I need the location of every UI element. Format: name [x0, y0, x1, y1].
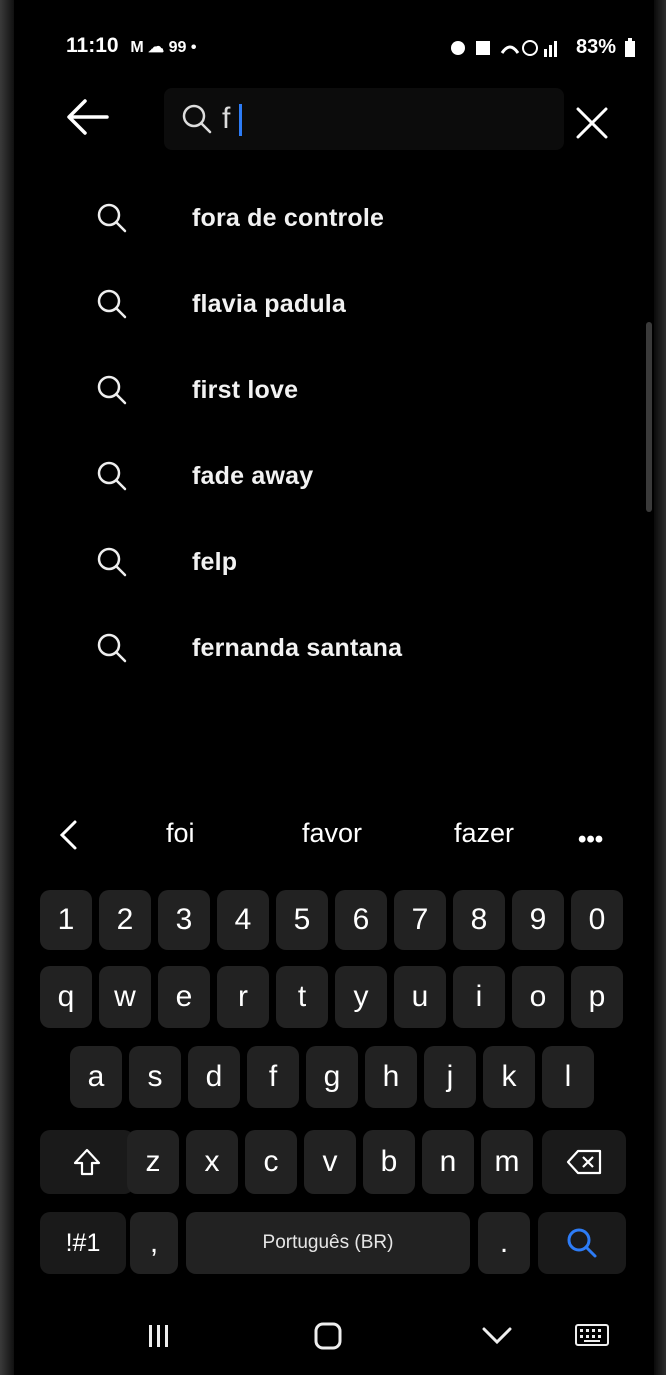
key-v[interactable]: v [304, 1130, 356, 1194]
comma-key[interactable]: , [130, 1212, 178, 1274]
search-icon [90, 540, 134, 584]
back-button[interactable] [60, 86, 114, 148]
phone-screen: 11:10 M ☁ 99 • 83% f fora de controle fl… [0, 0, 666, 1375]
key-9[interactable]: 9 [512, 890, 564, 950]
suggestion-text: fora de controle [192, 203, 385, 232]
key-0[interactable]: 0 [571, 890, 623, 950]
key-5[interactable]: 5 [276, 890, 328, 950]
backspace-icon [566, 1149, 602, 1175]
scrollbar[interactable] [646, 322, 652, 512]
key-6[interactable]: 6 [335, 890, 387, 950]
suggestion-item[interactable]: fade away [90, 448, 313, 504]
key-n[interactable]: n [422, 1130, 474, 1194]
suggestion-item[interactable]: flavia padula [90, 276, 346, 332]
keyboard-toggle-button[interactable] [568, 1306, 616, 1366]
period-key[interactable]: . [478, 1212, 530, 1274]
search-icon [90, 368, 134, 412]
status-bar-left: 11:10 M ☁ 99 • [66, 34, 196, 58]
key-u[interactable]: u [394, 966, 446, 1028]
key-w[interactable]: w [99, 966, 151, 1028]
suggestion-text: flavia padula [192, 289, 347, 318]
key-s[interactable]: s [129, 1046, 181, 1108]
key-d[interactable]: d [188, 1046, 240, 1108]
key-b[interactable]: b [363, 1130, 415, 1194]
key-1[interactable]: 1 [40, 890, 92, 950]
key-k[interactable]: k [483, 1046, 535, 1108]
word-suggestion[interactable]: favor [302, 818, 362, 849]
suggestion-item[interactable]: first love [90, 362, 298, 418]
text-caret [239, 104, 242, 136]
key-m[interactable]: m [481, 1130, 533, 1194]
suggestion-item[interactable]: fernanda santana [90, 620, 402, 676]
word-suggestion[interactable]: foi [166, 818, 195, 849]
more-options-button[interactable]: ••• [578, 826, 603, 854]
suggestion-text: fernanda santana [192, 633, 403, 662]
device-frame-left [0, 0, 14, 1375]
recents-button[interactable] [136, 1306, 182, 1366]
collapse-toolbar-button[interactable] [48, 810, 88, 860]
key-e[interactable]: e [158, 966, 210, 1028]
key-x[interactable]: x [186, 1130, 238, 1194]
search-icon [90, 282, 134, 326]
nav-back-button[interactable] [468, 1306, 526, 1366]
battery-icon [625, 37, 635, 57]
search-key[interactable] [538, 1212, 626, 1274]
suggestion-text: felp [192, 547, 238, 576]
key-t[interactable]: t [276, 966, 328, 1028]
key-q[interactable]: q [40, 966, 92, 1028]
device-frame-right [654, 0, 666, 1375]
status-bar-right: 83% [448, 36, 636, 59]
keyboard-suggestion-strip: foi favor fazer ••• [30, 800, 636, 870]
word-suggestion[interactable]: fazer [454, 818, 514, 849]
key-j[interactable]: j [424, 1046, 476, 1108]
status-time: 11:10 [66, 34, 119, 57]
back-arrow-icon [67, 99, 109, 135]
suggestion-text: fade away [192, 461, 314, 490]
home-button[interactable] [305, 1306, 351, 1366]
search-icon [90, 196, 134, 240]
status-notification-icons: M ☁ 99 • [130, 39, 197, 56]
shift-key[interactable] [40, 1130, 134, 1194]
search-icon [567, 1228, 597, 1258]
keyboard-icon [575, 1324, 609, 1346]
key-4[interactable]: 4 [217, 890, 269, 950]
chevron-down-icon [482, 1327, 512, 1345]
key-h[interactable]: h [365, 1046, 417, 1108]
key-c[interactable]: c [245, 1130, 297, 1194]
search-icon [90, 626, 134, 670]
key-l[interactable]: l [542, 1046, 594, 1108]
key-8[interactable]: 8 [453, 890, 505, 950]
key-g[interactable]: g [306, 1046, 358, 1108]
recents-icon [149, 1325, 168, 1347]
home-icon [314, 1322, 342, 1350]
suggestion-item[interactable]: fora de controle [90, 190, 384, 246]
key-p[interactable]: p [571, 966, 623, 1028]
key-y[interactable]: y [335, 966, 387, 1028]
key-a[interactable]: a [70, 1046, 122, 1108]
suggestion-item[interactable]: felp [90, 534, 237, 590]
key-f[interactable]: f [247, 1046, 299, 1108]
shift-icon [73, 1148, 101, 1176]
keyboard: 1 2 3 4 5 6 7 8 9 0 q w e r t y u i o p … [26, 878, 636, 1282]
search-input[interactable] [220, 98, 544, 140]
key-2[interactable]: 2 [99, 890, 151, 950]
key-3[interactable]: 3 [158, 890, 210, 950]
backspace-key[interactable] [542, 1130, 626, 1194]
close-icon [576, 107, 608, 139]
symbols-key[interactable]: !#1 [40, 1212, 126, 1274]
suggestion-text: first love [192, 375, 299, 404]
key-r[interactable]: r [217, 966, 269, 1028]
key-i[interactable]: i [453, 966, 505, 1028]
search-icon [90, 454, 134, 498]
key-o[interactable]: o [512, 966, 564, 1028]
key-z[interactable]: z [127, 1130, 179, 1194]
search-icon [182, 104, 212, 134]
search-bar[interactable] [164, 88, 564, 150]
space-bar[interactable]: Português (BR) [186, 1212, 470, 1274]
chevron-left-icon [59, 820, 77, 850]
status-system-icons [450, 39, 557, 57]
clear-search-button[interactable] [568, 96, 616, 150]
key-7[interactable]: 7 [394, 890, 446, 950]
battery-percent: 83% [575, 36, 616, 58]
